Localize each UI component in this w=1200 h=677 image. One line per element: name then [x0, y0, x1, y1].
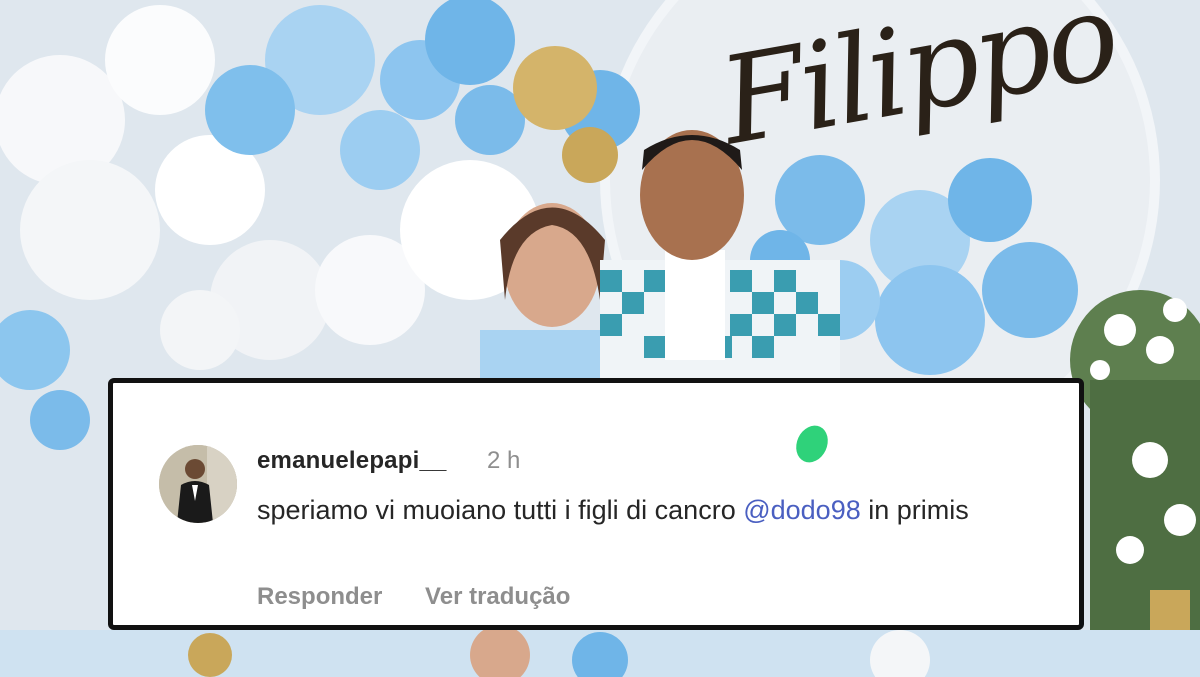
comment-actions: Responder Ver tradução — [257, 583, 606, 611]
comment-username[interactable]: emanuelepapi__ — [257, 447, 447, 475]
mention-link[interactable]: @dodo98 — [743, 495, 861, 525]
comment-timestamp: 2 h — [487, 447, 521, 474]
translate-button[interactable]: Ver tradução — [425, 583, 570, 610]
comment-card: emanuelepapi__ 2 h speriamo vi muoiano t… — [108, 378, 1084, 630]
comment-text: speriamo vi muoiano tutti i figli di can… — [257, 491, 1057, 529]
comment-text-part: speriamo vi muoiano tutti i figli di can… — [257, 495, 744, 525]
reply-button[interactable]: Responder — [257, 583, 382, 610]
green-emoji-mark — [790, 420, 834, 468]
avatar[interactable] — [159, 445, 237, 523]
avatar-person-icon — [159, 445, 237, 523]
comment-text-part: in primis — [860, 495, 969, 525]
